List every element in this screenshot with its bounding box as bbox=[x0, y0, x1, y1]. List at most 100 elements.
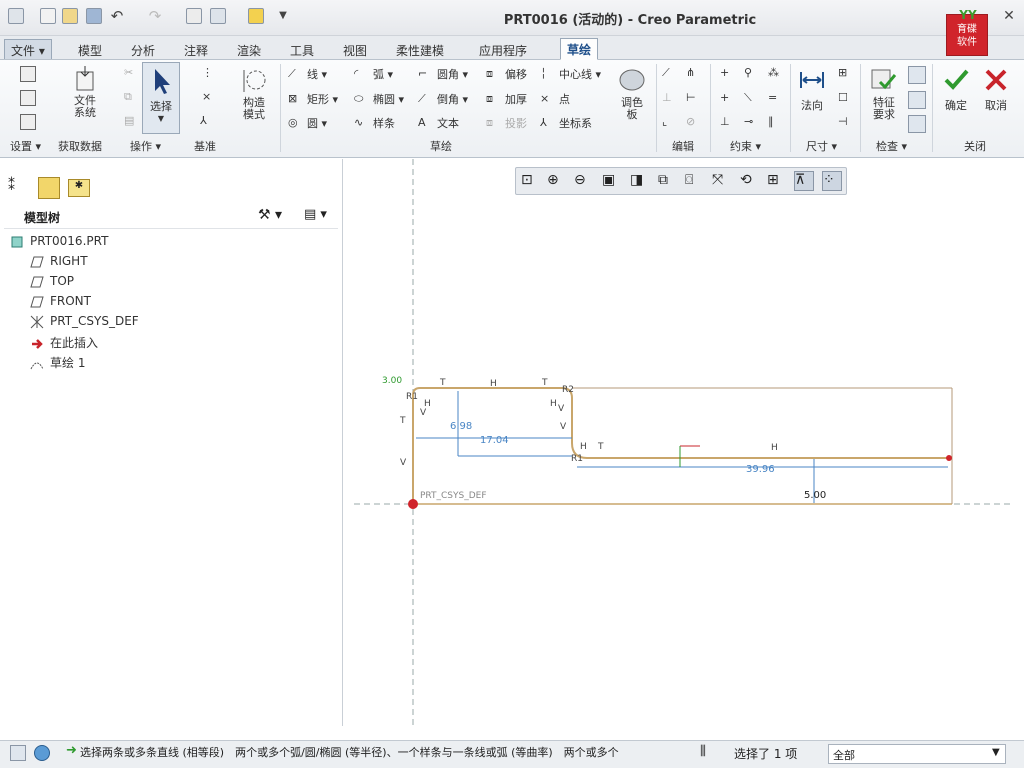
construction-mode-button[interactable]: 构造 模式 bbox=[234, 66, 274, 121]
group-setup[interactable]: 设置 ▾ bbox=[10, 138, 41, 154]
ellipse-button[interactable]: ⬭ 椭圆 ▾ bbox=[354, 91, 404, 108]
repaint-icon[interactable]: ▣ bbox=[601, 171, 621, 191]
tab-sketch[interactable]: 草绘 bbox=[560, 38, 599, 60]
arc-button[interactable]: ◜ 弧 ▾ bbox=[354, 66, 393, 83]
windows-icon[interactable] bbox=[210, 8, 226, 24]
cut-icon[interactable]: ✂ bbox=[124, 66, 133, 79]
coincident-constraint-icon[interactable]: ⊸ bbox=[744, 115, 753, 128]
rotate-resize-icon[interactable]: ⊘ bbox=[686, 115, 695, 128]
group-dimension[interactable]: 尺寸 ▾ bbox=[806, 138, 837, 154]
smart-select-icon[interactable]: ⫼ bbox=[700, 744, 706, 759]
sketch-view-icon[interactable]: ⟲ bbox=[739, 171, 759, 191]
favorites-tab-icon[interactable]: ✱ bbox=[68, 179, 90, 197]
fillet-button[interactable]: ⌐ 圆角 ▾ bbox=[418, 66, 468, 83]
horizontal-constraint-icon[interactable]: + bbox=[720, 91, 729, 104]
app-menu-icon[interactable] bbox=[8, 8, 24, 24]
datum-point-icon[interactable]: × bbox=[202, 90, 211, 103]
folder-browser-tab-icon[interactable] bbox=[38, 177, 60, 199]
reference-dim-icon[interactable]: ☐ bbox=[838, 91, 848, 104]
display-constraints-icon[interactable]: ⊼ bbox=[794, 171, 814, 191]
equal-constraint-icon[interactable]: = bbox=[768, 91, 777, 104]
zoom-out-icon[interactable]: ⊖ bbox=[573, 171, 593, 191]
datum-display-icon[interactable]: ⤧ bbox=[711, 171, 731, 191]
save-icon[interactable] bbox=[86, 8, 102, 24]
sketch-setup-icon[interactable] bbox=[20, 66, 36, 82]
tree-item-right[interactable]: RIGHT bbox=[30, 254, 88, 272]
datum-csys-icon[interactable]: ⅄ bbox=[200, 114, 207, 127]
tab-annotate[interactable]: 注释 bbox=[178, 40, 214, 60]
new-icon[interactable] bbox=[40, 8, 56, 24]
parallel-constraint-icon[interactable]: ∥ bbox=[768, 115, 774, 128]
tree-item-csys[interactable]: PRT_CSYS_DEF bbox=[30, 314, 139, 332]
midpoint-constraint-icon[interactable]: ⟍ bbox=[744, 91, 752, 105]
zoom-in-icon[interactable]: ⊕ bbox=[546, 171, 566, 191]
group-get-data[interactable]: 获取数据 bbox=[58, 138, 102, 154]
undo-icon[interactable]: ↶ bbox=[108, 8, 126, 26]
chevron-down-icon[interactable]: ▼ bbox=[992, 747, 1000, 758]
centerline-datum-icon[interactable]: ⋮ bbox=[202, 66, 213, 79]
vertical-constraint-icon[interactable]: + bbox=[720, 66, 729, 79]
redo-icon[interactable]: ↷ bbox=[146, 8, 164, 26]
tab-tools[interactable]: 工具 bbox=[284, 40, 320, 60]
view-manager-icon[interactable]: ⌼ bbox=[684, 171, 704, 191]
corner-icon[interactable]: ⌞ bbox=[662, 115, 667, 128]
circle-button[interactable]: ◎ 圆 ▾ bbox=[288, 115, 327, 132]
refit-icon[interactable]: ⊡ bbox=[520, 171, 540, 191]
tab-model[interactable]: 模型 bbox=[72, 40, 108, 60]
perimeter-icon[interactable]: ⊞ bbox=[838, 66, 847, 79]
thicken-button[interactable]: ⧈ 加厚 bbox=[486, 91, 527, 108]
sketcher-display-icon[interactable]: ⊞ bbox=[766, 171, 786, 191]
offset-button[interactable]: ⧈ 偏移 bbox=[486, 66, 527, 83]
cancel-button[interactable]: 取消 bbox=[978, 66, 1014, 113]
tab-file[interactable]: 文件 ▾ bbox=[4, 39, 52, 59]
tangent-constraint-icon[interactable]: ⚲ bbox=[744, 66, 752, 79]
select-button[interactable]: 选择 ▼ bbox=[142, 62, 180, 134]
selection-filter-select[interactable]: 全部 bbox=[828, 744, 1006, 764]
delete-segment-icon[interactable]: ⊢ bbox=[686, 91, 696, 104]
palette-button[interactable]: 调色 板 bbox=[612, 66, 652, 121]
text-button[interactable]: A 文本 bbox=[418, 115, 459, 132]
group-inspect[interactable]: 检查 ▾ bbox=[876, 138, 907, 154]
overlap-check-icon[interactable] bbox=[908, 66, 926, 84]
project-button[interactable]: ⧈ 投影 bbox=[486, 115, 527, 132]
browser-toggle-icon[interactable] bbox=[34, 745, 50, 761]
perpendicular-constraint-icon[interactable]: ⊥ bbox=[720, 115, 730, 128]
sketch-canvas[interactable]: 3.00 6.98 17.04 39.96 5.00 PRT_CSYS_DEF … bbox=[344, 159, 1024, 726]
close-window-icon[interactable] bbox=[248, 8, 264, 24]
tree-item-sketch[interactable]: 草绘 1 bbox=[30, 354, 85, 372]
tab-view[interactable]: 视图 bbox=[337, 40, 373, 60]
rectangle-button[interactable]: ⊠ 矩形 ▾ bbox=[288, 91, 338, 108]
copy-icon[interactable]: ⧉ bbox=[124, 90, 132, 104]
modify-icon[interactable]: ⟋ bbox=[662, 66, 670, 80]
group-constrain[interactable]: 约束 ▾ bbox=[730, 138, 761, 154]
baseline-icon[interactable]: ⊣ bbox=[838, 115, 848, 128]
sketch-view-icon[interactable] bbox=[20, 114, 36, 130]
tab-flexible-modeling[interactable]: 柔性建模 bbox=[390, 40, 450, 60]
spline-button[interactable]: ∿ 样条 bbox=[354, 115, 395, 132]
paste-icon[interactable]: ▤ bbox=[124, 114, 134, 127]
tree-settings-icon[interactable]: ⚒ ▾ bbox=[258, 207, 282, 223]
tree-item-front[interactable]: FRONT bbox=[30, 294, 91, 312]
coord-sys-button[interactable]: ⅄ 坐标系 bbox=[540, 115, 592, 132]
tree-item-insert-here[interactable]: 在此插入 bbox=[30, 334, 98, 352]
message-log-icon[interactable] bbox=[10, 745, 26, 761]
display-style-icon[interactable]: ◨ bbox=[629, 171, 649, 191]
feature-requirements-button[interactable]: 特征 要求 bbox=[864, 66, 904, 121]
file-system-button[interactable]: 文件 系统 bbox=[64, 64, 106, 119]
tree-item-top[interactable]: TOP bbox=[30, 274, 74, 292]
chamfer-button[interactable]: ⟋ 倒角 ▾ bbox=[418, 91, 468, 108]
customize-quick-access-icon[interactable]: ▼ bbox=[274, 8, 292, 26]
centerline-button[interactable]: ╎ 中心线 ▾ bbox=[540, 66, 601, 83]
shade-closed-icon[interactable] bbox=[908, 115, 926, 133]
ok-button[interactable]: 确定 bbox=[938, 66, 974, 113]
close-icon[interactable]: ✕ bbox=[1000, 8, 1018, 26]
regenerate-icon[interactable] bbox=[186, 8, 202, 24]
tab-analysis[interactable]: 分析 bbox=[125, 40, 161, 60]
normal-dimension-button[interactable]: 法向 bbox=[794, 66, 830, 113]
open-icon[interactable] bbox=[62, 8, 78, 24]
point-button[interactable]: × 点 bbox=[540, 91, 570, 108]
tab-render[interactable]: 渲染 bbox=[231, 40, 267, 60]
tab-applications[interactable]: 应用程序 bbox=[473, 40, 533, 60]
display-vertices-icon[interactable]: ⁘ bbox=[822, 171, 842, 191]
tree-item-part[interactable]: PRT0016.PRT bbox=[10, 234, 108, 252]
